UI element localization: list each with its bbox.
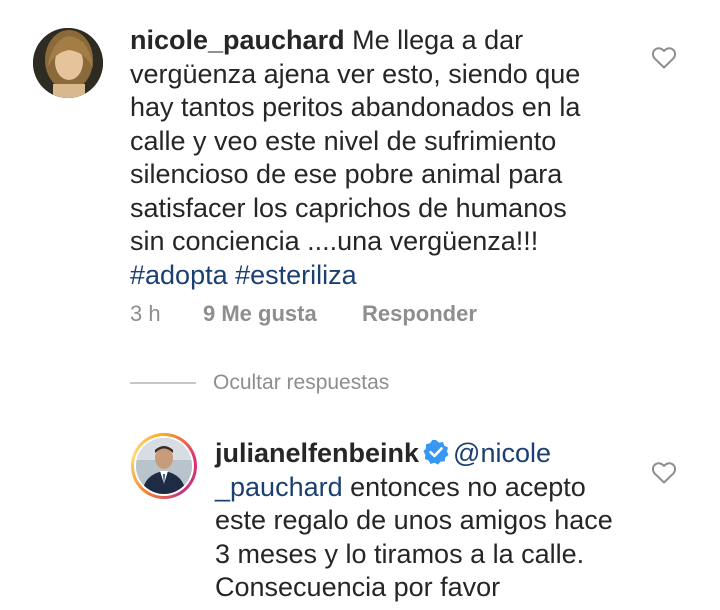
comment-username[interactable]: nicole_pauchard (130, 25, 345, 55)
hashtag-link[interactable]: #esteriliza (235, 260, 357, 290)
replies-divider (130, 382, 196, 384)
reply-username[interactable]: julianelfenbeink (215, 438, 419, 468)
mention-link[interactable]: @nicole (453, 438, 551, 468)
heart-outline-icon[interactable] (651, 461, 677, 485)
comment-timestamp: 3 h (130, 301, 161, 326)
like-count[interactable]: 9 Me gusta (203, 300, 317, 328)
reply-body: julianelfenbeink @nicole _pauchard enton… (215, 437, 625, 605)
heart-outline-icon[interactable] (651, 46, 677, 70)
hashtag-link[interactable]: #adopta (130, 260, 228, 290)
mention-link-continued[interactable]: _pauchard (215, 472, 343, 502)
comment-text: Me llega a dar vergüenza ajena ver esto,… (130, 25, 581, 256)
comment-body: nicole_pauchard Me llega a dar vergüenza… (130, 24, 600, 292)
avatar-julian[interactable] (136, 438, 192, 494)
avatar-nicole[interactable] (33, 28, 103, 98)
hide-replies-button[interactable]: Ocultar respuestas (213, 369, 389, 397)
verified-badge-icon (423, 440, 449, 465)
reply-button[interactable]: Responder (362, 300, 477, 328)
